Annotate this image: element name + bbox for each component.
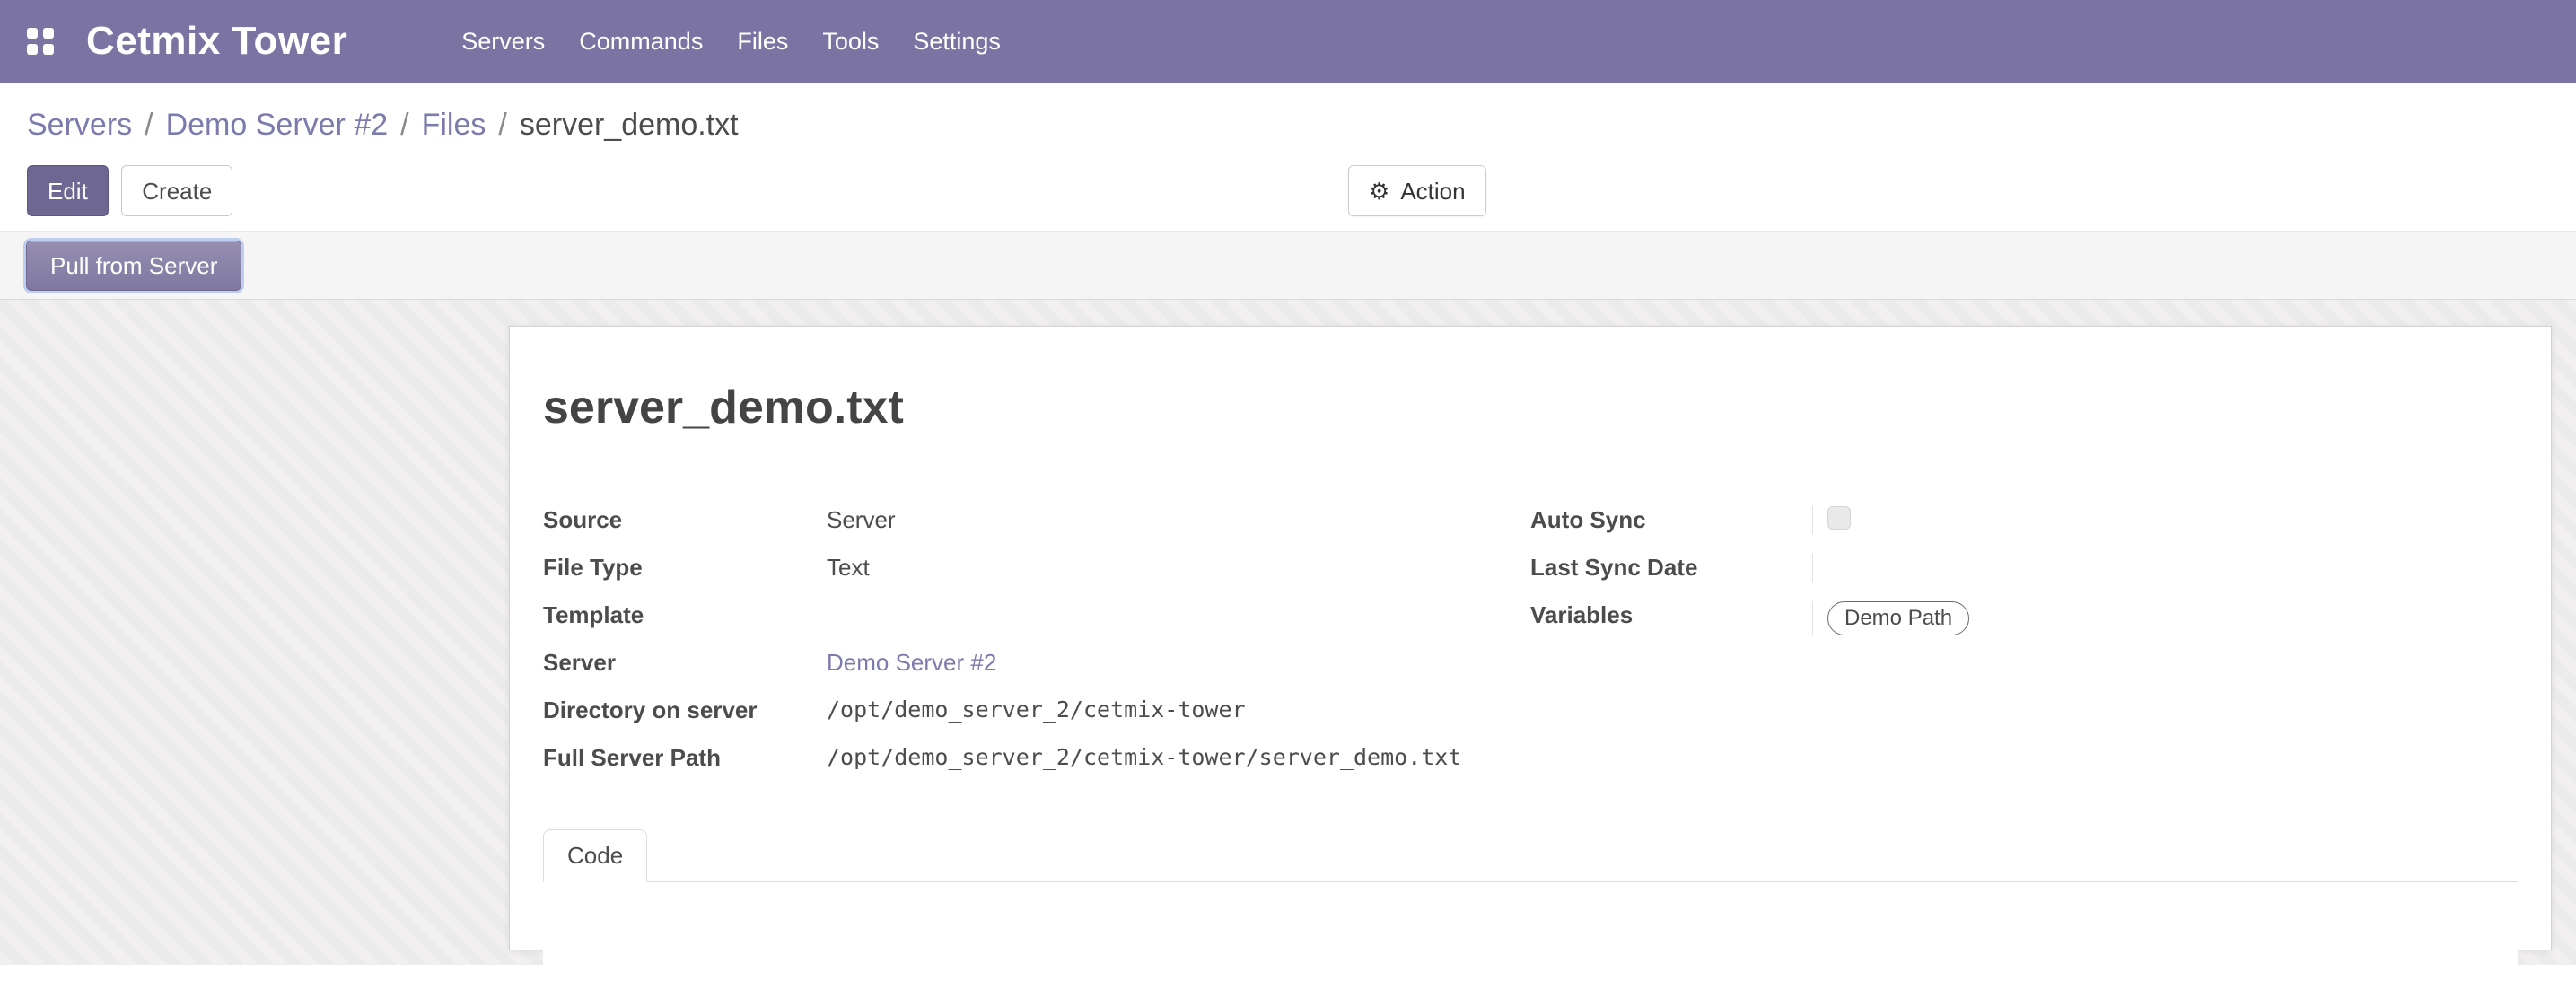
field-group-right: Auto Sync Last Sync Date Variables Demo … <box>1530 497 2518 783</box>
top-navbar: Cetmix Tower Servers Commands Files Tool… <box>0 0 2576 83</box>
menu-item-commands[interactable]: Commands <box>562 0 720 83</box>
toolbar: Edit Create ⚙ Action <box>0 148 2576 231</box>
field-value-template <box>827 601 1530 627</box>
control-panel: Servers / Demo Server #2 / Files / serve… <box>0 83 2576 231</box>
field-value-last-sync-date <box>1812 554 2518 582</box>
menu-item-files[interactable]: Files <box>720 0 805 83</box>
action-menu-button[interactable]: ⚙ Action <box>1348 165 1486 216</box>
breadcrumb-separator: / <box>498 108 506 143</box>
breadcrumb-current: server_demo.txt <box>520 108 739 143</box>
form-sheet: server_demo.txt Source Server File Type … <box>509 326 2552 950</box>
field-row-full-server-path: Full Server Path /opt/demo_server_2/cetm… <box>543 735 1530 783</box>
menu-item-servers[interactable]: Servers <box>444 0 562 83</box>
notebook: Code <box>543 829 2518 981</box>
field-row-auto-sync: Auto Sync <box>1530 497 2518 545</box>
apps-menu-icon-square <box>27 44 38 55</box>
field-value-server-link[interactable]: Demo Server #2 <box>827 649 996 676</box>
field-label-file-type: File Type <box>543 554 827 582</box>
field-value-full-server-path: /opt/demo_server_2/cetmix-tower/server_d… <box>827 744 1530 770</box>
apps-menu-icon-square <box>27 28 38 39</box>
field-label-full-server-path: Full Server Path <box>543 744 827 772</box>
breadcrumb-link-demo-server[interactable]: Demo Server #2 <box>166 108 389 143</box>
field-row-file-type: File Type Text <box>543 545 1530 592</box>
breadcrumb-separator: / <box>400 108 408 143</box>
auto-sync-checkbox[interactable] <box>1827 506 1851 530</box>
gear-icon: ⚙ <box>1369 180 1389 203</box>
statusbar: Pull from Server <box>0 231 2576 300</box>
field-value-file-type: Text <box>827 554 1530 582</box>
field-label-server: Server <box>543 649 827 677</box>
tab-code-content <box>543 882 2518 981</box>
edit-button[interactable]: Edit <box>27 165 109 216</box>
field-label-directory: Directory on server <box>543 696 827 724</box>
breadcrumb-link-servers[interactable]: Servers <box>27 108 132 143</box>
create-button[interactable]: Create <box>121 165 232 216</box>
app-title[interactable]: Cetmix Tower <box>86 19 347 64</box>
field-label-template: Template <box>543 601 827 629</box>
breadcrumb-separator: / <box>145 108 153 143</box>
field-value-directory: /opt/demo_server_2/cetmix-tower <box>827 696 1530 723</box>
action-menu-label: Action <box>1400 180 1465 203</box>
notebook-tabs: Code <box>543 829 2518 882</box>
main-menu: Servers Commands Files Tools Settings <box>444 0 1018 83</box>
field-row-source: Source Server <box>543 497 1530 545</box>
tab-code[interactable]: Code <box>543 829 647 882</box>
field-label-last-sync-date: Last Sync Date <box>1530 554 1814 582</box>
variable-tag-demo-path[interactable]: Demo Path <box>1827 601 1969 635</box>
field-row-template: Template <box>543 592 1530 640</box>
field-groups: Source Server File Type Text Template Se… <box>543 497 2518 783</box>
field-row-directory: Directory on server /opt/demo_server_2/c… <box>543 688 1530 735</box>
field-value-source: Server <box>827 506 1530 534</box>
field-label-variables: Variables <box>1530 601 1814 629</box>
menu-item-settings[interactable]: Settings <box>896 0 1018 83</box>
field-label-source: Source <box>543 506 827 534</box>
breadcrumb-link-files[interactable]: Files <box>422 108 486 143</box>
field-row-server: Server Demo Server #2 <box>543 640 1530 688</box>
form-view-background: server_demo.txt Source Server File Type … <box>0 300 2576 965</box>
breadcrumb: Servers / Demo Server #2 / Files / serve… <box>0 83 2576 148</box>
field-label-auto-sync: Auto Sync <box>1530 506 1814 534</box>
record-title: server_demo.txt <box>543 381 2518 434</box>
apps-menu-icon[interactable] <box>27 28 54 55</box>
field-row-variables: Variables Demo Path <box>1530 592 2518 646</box>
apps-menu-icon-square <box>43 28 54 39</box>
field-group-left: Source Server File Type Text Template Se… <box>543 497 1530 783</box>
pull-from-server-button[interactable]: Pull from Server <box>26 241 241 291</box>
menu-item-tools[interactable]: Tools <box>805 0 896 83</box>
apps-menu-icon-square <box>43 44 54 55</box>
field-row-last-sync-date: Last Sync Date <box>1530 545 2518 592</box>
